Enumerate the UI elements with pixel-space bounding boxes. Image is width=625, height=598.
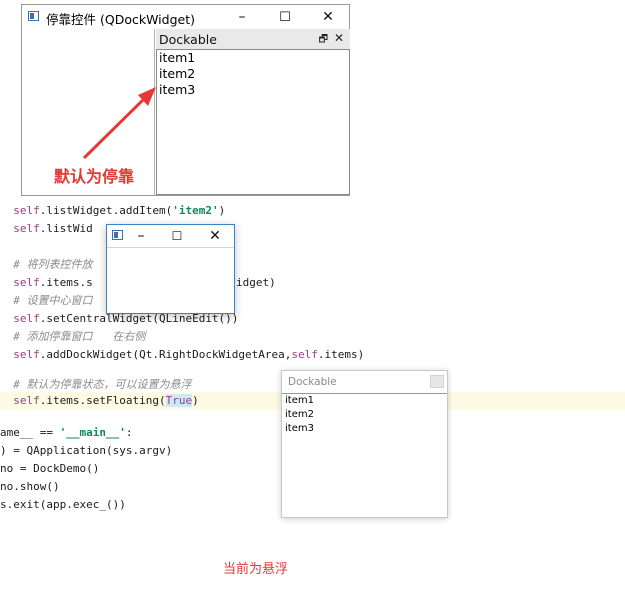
maximize-button[interactable]: ☐ — [159, 225, 195, 247]
floating-annotation: 当前为悬浮 — [223, 562, 289, 577]
minimize-button[interactable]: – — [123, 225, 159, 247]
code-token: ame__ == — [0, 426, 60, 439]
code-token: idget) — [236, 276, 276, 289]
code-token: .items) — [317, 348, 365, 361]
code-line: # 将列表控件放 — [0, 256, 625, 274]
list-item[interactable]: item3 — [282, 422, 447, 436]
code-token: self — [13, 312, 40, 325]
code-token: : — [125, 426, 133, 439]
dock-title-bar[interactable]: Dockable — [282, 371, 447, 393]
code-token: self — [13, 276, 40, 289]
code-token: self — [291, 348, 318, 361]
code-token: ) — [218, 204, 226, 217]
code-token: True — [165, 394, 193, 407]
title-bar[interactable]: – ☐ ✕ — [107, 225, 234, 248]
code-token: 'item2' — [172, 204, 219, 217]
code-comment: # 添加停靠窗口 在右侧 — [13, 330, 146, 343]
code-line: # 设置中心窗口 — [0, 292, 625, 310]
list-item[interactable]: item2 — [282, 408, 447, 422]
close-icon[interactable] — [430, 375, 444, 388]
code-token: .items.setFloating( — [39, 394, 166, 407]
code-line: self.setCentralWidget(QLineEdit()) — [0, 310, 625, 328]
code-token: .items.s — [39, 276, 93, 289]
floating-dock-widget: Dockable item1 item2 item3 — [281, 370, 448, 518]
code-token: .listWid — [39, 222, 93, 235]
code-token: .addDockWidget(Qt.RightDockWidgetArea, — [39, 348, 292, 361]
close-button[interactable]: ✕ — [197, 225, 233, 247]
code-token: ) — [192, 394, 199, 407]
code-line: self.listWidget.addItem('item2') — [0, 202, 625, 220]
code-comment: # 默认为停靠状态，可以设置为悬浮 — [13, 378, 192, 391]
code-token: '__main__' — [59, 426, 126, 439]
code-line: self.addDockWidget(Qt.RightDockWidgetAre… — [0, 346, 625, 364]
code-token: self — [13, 204, 40, 217]
dock-title: Dockable — [288, 376, 337, 388]
floating-main-window: – ☐ ✕ — [106, 224, 235, 314]
app-icon — [112, 230, 123, 240]
code-comment: # 设置中心窗口 — [13, 294, 93, 307]
code-line: # 添加停靠窗口 在右侧 — [0, 328, 625, 346]
code-token: self — [13, 348, 40, 361]
code-token: self — [13, 394, 40, 407]
list-item[interactable]: item1 — [282, 394, 447, 408]
dock-list[interactable]: item1 item2 item3 — [282, 393, 447, 518]
code-token: .listWidget.addItem( — [39, 204, 173, 217]
code-line: self.listWid — [0, 220, 625, 238]
code-token: self — [13, 222, 40, 235]
code-comment: # 将列表控件放 — [13, 258, 93, 271]
code-line: self.items.s idget) — [0, 274, 625, 292]
docked-annotation: 默认为停靠 — [54, 167, 135, 186]
